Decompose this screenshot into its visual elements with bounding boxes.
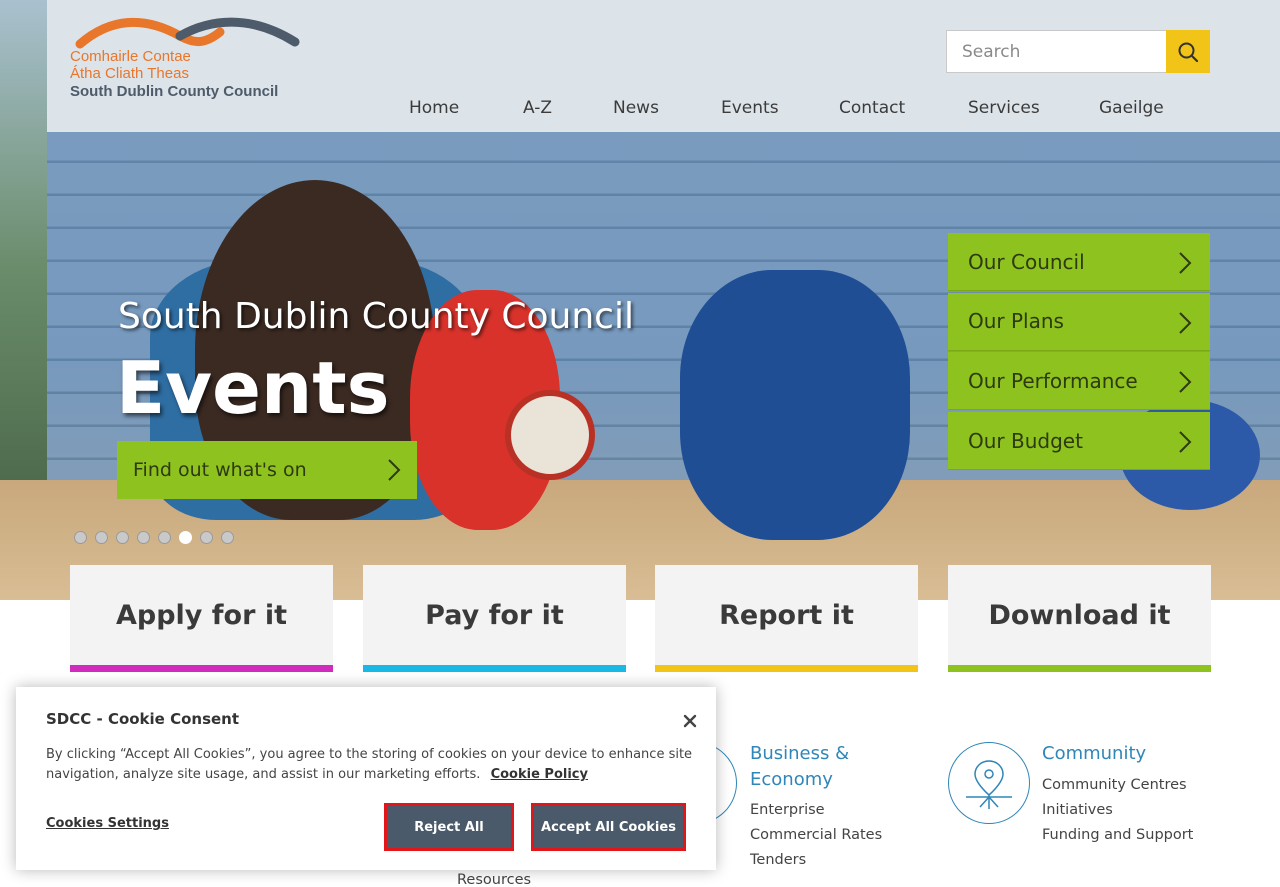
nav-news[interactable]: News bbox=[613, 98, 659, 118]
carousel-dot[interactable] bbox=[221, 531, 234, 544]
chevron-right-icon bbox=[388, 459, 401, 481]
card-accent-bar bbox=[70, 665, 333, 672]
community-link-centres[interactable]: Community Centres bbox=[1042, 777, 1187, 793]
business-link-tenders[interactable]: Tenders bbox=[750, 852, 806, 868]
cookie-description: By clicking “Accept All Cookies”, you ag… bbox=[46, 747, 693, 782]
find-out-whats-on-button[interactable]: Find out what's on bbox=[117, 441, 417, 499]
nav-home[interactable]: Home bbox=[409, 98, 459, 118]
search-input[interactable] bbox=[946, 30, 1166, 73]
chevron-right-icon bbox=[1179, 431, 1192, 453]
chevron-right-icon bbox=[1179, 252, 1192, 274]
community-category-icon-circle[interactable] bbox=[948, 742, 1030, 824]
cookie-consent-dialog: SDCC - Cookie Consent By clicking “Accep… bbox=[16, 687, 716, 870]
category-link-resources[interactable]: Resources bbox=[457, 872, 531, 887]
chevron-right-icon bbox=[1179, 311, 1192, 334]
carousel-dot[interactable] bbox=[95, 531, 108, 544]
carousel-dot-active[interactable] bbox=[179, 531, 192, 544]
map-pin-icon bbox=[966, 760, 1012, 809]
hero-photo-child bbox=[680, 270, 910, 540]
search-bar bbox=[946, 30, 1210, 73]
pay-for-it-card[interactable]: Pay for it bbox=[363, 565, 626, 672]
logo-text-irish-line1: Comhairle Contae bbox=[70, 48, 191, 65]
card-label: Pay for it bbox=[425, 600, 564, 631]
cta-label: Find out what's on bbox=[133, 459, 307, 481]
side-menu-our-council[interactable]: Our Council bbox=[948, 233, 1210, 291]
nav-gaeilge[interactable]: Gaeilge bbox=[1099, 98, 1164, 118]
carousel-dot[interactable] bbox=[158, 531, 171, 544]
carousel-dot[interactable] bbox=[116, 531, 129, 544]
download-it-card[interactable]: Download it bbox=[948, 565, 1211, 672]
side-menu-label: Our Council bbox=[968, 249, 1085, 274]
reject-all-button[interactable]: Reject All bbox=[384, 803, 514, 851]
hero-subtitle: South Dublin County Council bbox=[118, 296, 634, 337]
cookies-settings-link[interactable]: Cookies Settings bbox=[46, 816, 169, 831]
carousel-dot[interactable] bbox=[200, 531, 213, 544]
chevron-right-icon bbox=[1179, 371, 1192, 394]
card-label: Report it bbox=[719, 600, 854, 631]
card-accent-bar bbox=[655, 665, 918, 672]
side-menu-our-plans[interactable]: Our Plans bbox=[948, 292, 1210, 351]
business-link-enterprise[interactable]: Enterprise bbox=[750, 802, 825, 818]
site-logo[interactable]: Comhairle Contae Átha Cliath Theas South… bbox=[70, 14, 300, 102]
community-title[interactable]: Community bbox=[1042, 741, 1146, 767]
search-icon bbox=[1178, 42, 1199, 62]
council-side-menu: Our Council Our Plans Our Performance Ou… bbox=[948, 233, 1210, 472]
card-accent-bar bbox=[363, 665, 626, 672]
card-accent-bar bbox=[948, 665, 1211, 672]
card-label: Download it bbox=[988, 600, 1171, 631]
business-economy-title[interactable]: Business & Economy bbox=[750, 741, 910, 793]
carousel-dot[interactable] bbox=[137, 531, 150, 544]
nav-a-z[interactable]: A-Z bbox=[523, 98, 552, 118]
side-menu-our-budget[interactable]: Our Budget bbox=[948, 412, 1210, 471]
main-nav: Home A-Z News Events Contact Services Ga… bbox=[0, 98, 1280, 124]
hero-photo-drum bbox=[505, 390, 595, 480]
community-link-initiatives[interactable]: Initiatives bbox=[1042, 802, 1113, 818]
nav-contact[interactable]: Contact bbox=[839, 98, 905, 118]
business-link-commercial-rates[interactable]: Commercial Rates bbox=[750, 827, 882, 843]
community-link-funding[interactable]: Funding and Support bbox=[1042, 827, 1193, 843]
cookie-dialog-text: By clicking “Accept All Cookies”, you ag… bbox=[46, 745, 696, 785]
logo-text-irish-line2: Átha Cliath Theas bbox=[70, 65, 189, 82]
cookie-policy-link[interactable]: Cookie Policy bbox=[491, 767, 588, 782]
search-button[interactable] bbox=[1166, 30, 1210, 73]
nav-services[interactable]: Services bbox=[968, 98, 1040, 118]
carousel-dot[interactable] bbox=[74, 531, 87, 544]
apply-for-it-card[interactable]: Apply for it bbox=[70, 565, 333, 672]
report-it-card[interactable]: Report it bbox=[655, 565, 918, 672]
nav-events[interactable]: Events bbox=[721, 98, 779, 118]
hero-title: Events bbox=[116, 346, 390, 430]
side-menu-label: Our Performance bbox=[968, 368, 1138, 393]
side-menu-label: Our Budget bbox=[968, 428, 1083, 453]
accept-all-cookies-button[interactable]: Accept All Cookies bbox=[531, 803, 686, 851]
cookie-dialog-title: SDCC - Cookie Consent bbox=[46, 710, 240, 728]
card-label: Apply for it bbox=[116, 600, 287, 631]
side-menu-label: Our Plans bbox=[968, 309, 1064, 334]
close-icon[interactable] bbox=[681, 712, 699, 730]
side-menu-our-performance[interactable]: Our Performance bbox=[948, 352, 1210, 411]
